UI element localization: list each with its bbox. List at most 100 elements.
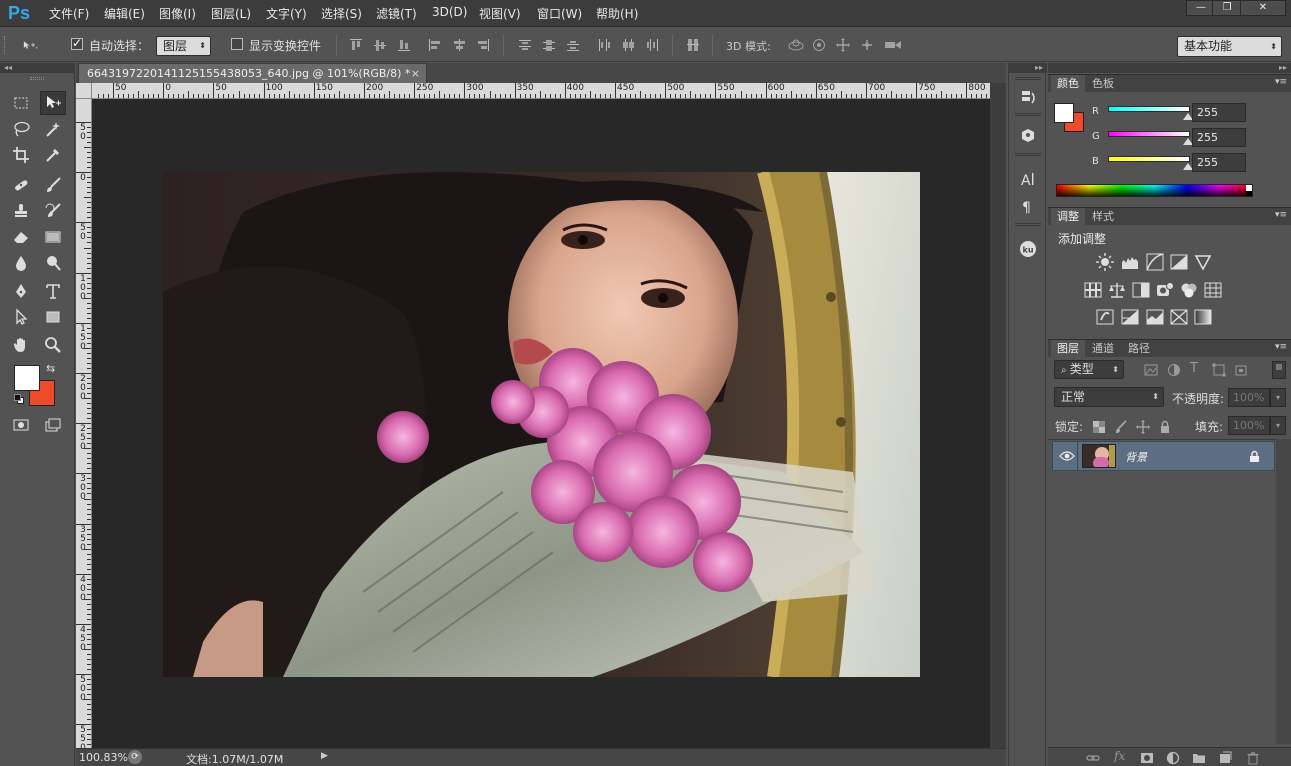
toolbox-collapse-icon[interactable]: ◂◂ (0, 63, 75, 73)
selective-color-icon[interactable] (1170, 308, 1188, 326)
3d-pan-icon[interactable] (836, 38, 850, 52)
delete-layer-icon[interactable] (1246, 751, 1260, 765)
black-white-icon[interactable] (1132, 281, 1150, 299)
maximize-button[interactable]: ❐ (1212, 0, 1242, 16)
3d-orbit-icon[interactable] (787, 38, 805, 52)
dodge-tool-icon[interactable] (40, 251, 66, 275)
zoom-tool-icon[interactable] (40, 333, 66, 357)
lock-all-icon[interactable] (1158, 420, 1172, 434)
lock-position-icon[interactable] (1136, 420, 1150, 434)
distribute-hcenter-icon[interactable] (621, 38, 635, 52)
kuler-panel-icon[interactable]: ku (1018, 239, 1038, 259)
menu-layer[interactable]: 图层(L) (211, 5, 251, 22)
pen-tool-icon[interactable] (8, 279, 34, 303)
color-spectrum-bar[interactable] (1056, 184, 1253, 197)
align-right-icon[interactable] (476, 38, 490, 52)
default-colors-icon[interactable] (14, 394, 24, 404)
workspace-select[interactable]: 基本功能 ⬍ (1177, 36, 1282, 57)
filter-type-icon[interactable]: T (1190, 361, 1198, 376)
levels-icon[interactable] (1121, 253, 1139, 271)
hand-tool-icon[interactable] (8, 333, 34, 357)
filter-smart-object-icon[interactable] (1234, 363, 1248, 377)
new-layer-icon[interactable] (1218, 751, 1232, 765)
adjustments-panel-menu-icon[interactable]: ▾≡ (1275, 210, 1287, 220)
history-panel-icon[interactable] (1018, 88, 1038, 108)
vertical-ruler[interactable]: 5 005 01 0 01 5 02 0 02 5 03 0 03 5 04 0… (76, 99, 92, 748)
fill-input[interactable]: 100% (1228, 416, 1270, 435)
document-image[interactable] (163, 172, 920, 677)
tab-channels[interactable]: 通道 (1086, 340, 1120, 358)
vibrance-icon[interactable] (1194, 253, 1212, 271)
type-tool-icon[interactable] (40, 279, 66, 303)
layer-visibility-eye-icon[interactable] (1059, 450, 1075, 462)
horizontal-ruler[interactable]: 50 0 50 100 150 200 250 300 350 400 450 500 550 600 65… (92, 83, 990, 99)
move-tool-preset-icon[interactable] (22, 37, 48, 53)
lock-image-pixels-icon[interactable] (1114, 420, 1128, 434)
3d-panel-icon[interactable] (1018, 126, 1038, 146)
channel-mixer-icon[interactable] (1180, 281, 1198, 299)
layer-row-background[interactable]: 背景 (1052, 441, 1275, 471)
tab-layers[interactable]: 图层 (1051, 340, 1085, 358)
channel-r-slider[interactable] (1108, 106, 1190, 112)
tab-paths[interactable]: 路径 (1122, 340, 1156, 358)
lasso-tool-icon[interactable] (8, 117, 34, 141)
gradient-tool-icon[interactable] (40, 225, 66, 249)
vertical-scrollbar[interactable] (990, 83, 1006, 748)
add-mask-icon[interactable] (1140, 751, 1154, 765)
tab-styles[interactable]: 样式 (1086, 208, 1120, 226)
distribute-vcenter-icon[interactable] (542, 38, 556, 52)
color-lookup-icon[interactable] (1204, 281, 1222, 299)
filter-pixel-icon[interactable] (1144, 363, 1158, 377)
brush-tool-icon[interactable] (40, 173, 66, 197)
close-window-button[interactable]: ✕ (1240, 0, 1286, 16)
clone-stamp-tool-icon[interactable] (8, 199, 34, 223)
new-fill-adjustment-icon[interactable] (1166, 751, 1180, 765)
auto-select-checkbox[interactable] (71, 36, 83, 50)
tab-swatches[interactable]: 色板 (1086, 75, 1120, 93)
filter-adjustment-icon[interactable] (1167, 363, 1181, 377)
filter-toggle-switch[interactable] (1272, 361, 1286, 379)
menu-file[interactable]: 文件(F) (49, 5, 89, 22)
dock-collapse-icon[interactable]: ▸▸ (1009, 63, 1047, 73)
distribute-top-icon[interactable] (518, 38, 532, 52)
threshold-icon[interactable] (1146, 308, 1164, 326)
link-layers-icon[interactable] (1086, 751, 1100, 765)
magic-wand-tool-icon[interactable] (40, 117, 66, 141)
hue-saturation-icon[interactable] (1084, 281, 1102, 299)
gradient-map-icon[interactable] (1194, 308, 1212, 326)
photo-filter-icon[interactable] (1156, 281, 1174, 299)
path-selection-tool-icon[interactable] (8, 305, 34, 329)
blur-tool-icon[interactable] (8, 251, 34, 275)
brightness-contrast-icon[interactable] (1096, 253, 1114, 271)
menu-filter[interactable]: 滤镜(T) (376, 5, 417, 22)
invert-icon[interactable] (1096, 308, 1114, 326)
distribute-right-icon[interactable] (645, 38, 659, 52)
color-panel-menu-icon[interactable]: ▾≡ (1275, 77, 1287, 87)
marquee-tool-icon[interactable] (8, 91, 34, 115)
layer-name[interactable]: 背景 (1125, 449, 1147, 465)
channel-r-value[interactable]: 255 (1192, 103, 1246, 122)
eraser-tool-icon[interactable] (8, 225, 34, 249)
layers-panel-menu-icon[interactable]: ▾≡ (1275, 342, 1287, 352)
paragraph-panel-icon[interactable]: ¶ (1018, 196, 1038, 216)
opacity-dropdown-icon[interactable]: ▾ (1270, 388, 1286, 407)
spot-healing-tool-icon[interactable] (8, 173, 34, 197)
3d-slide-icon[interactable] (860, 38, 874, 52)
channel-g-value[interactable]: 255 (1192, 128, 1246, 147)
menu-window[interactable]: 窗口(W) (537, 5, 582, 22)
menu-help[interactable]: 帮助(H) (596, 5, 638, 22)
menu-3d[interactable]: 3D(D) (432, 5, 467, 19)
quick-mask-icon[interactable] (8, 413, 34, 437)
menu-edit[interactable]: 编辑(E) (104, 5, 145, 22)
status-options-icon[interactable]: ⟳ (128, 750, 142, 764)
foreground-color-swatch[interactable] (14, 365, 40, 391)
filter-shape-icon[interactable] (1212, 363, 1226, 377)
character-panel-icon[interactable]: A (1018, 169, 1038, 189)
eyedropper-tool-icon[interactable] (40, 143, 66, 167)
tab-color[interactable]: 颜色 (1051, 75, 1085, 93)
align-top-icon[interactable] (349, 38, 363, 52)
move-tool-icon[interactable] (40, 91, 66, 115)
menu-view[interactable]: 视图(V) (479, 5, 521, 22)
tab-adjustments[interactable]: 调整 (1051, 208, 1085, 226)
layers-scrollbar[interactable] (1276, 439, 1291, 744)
